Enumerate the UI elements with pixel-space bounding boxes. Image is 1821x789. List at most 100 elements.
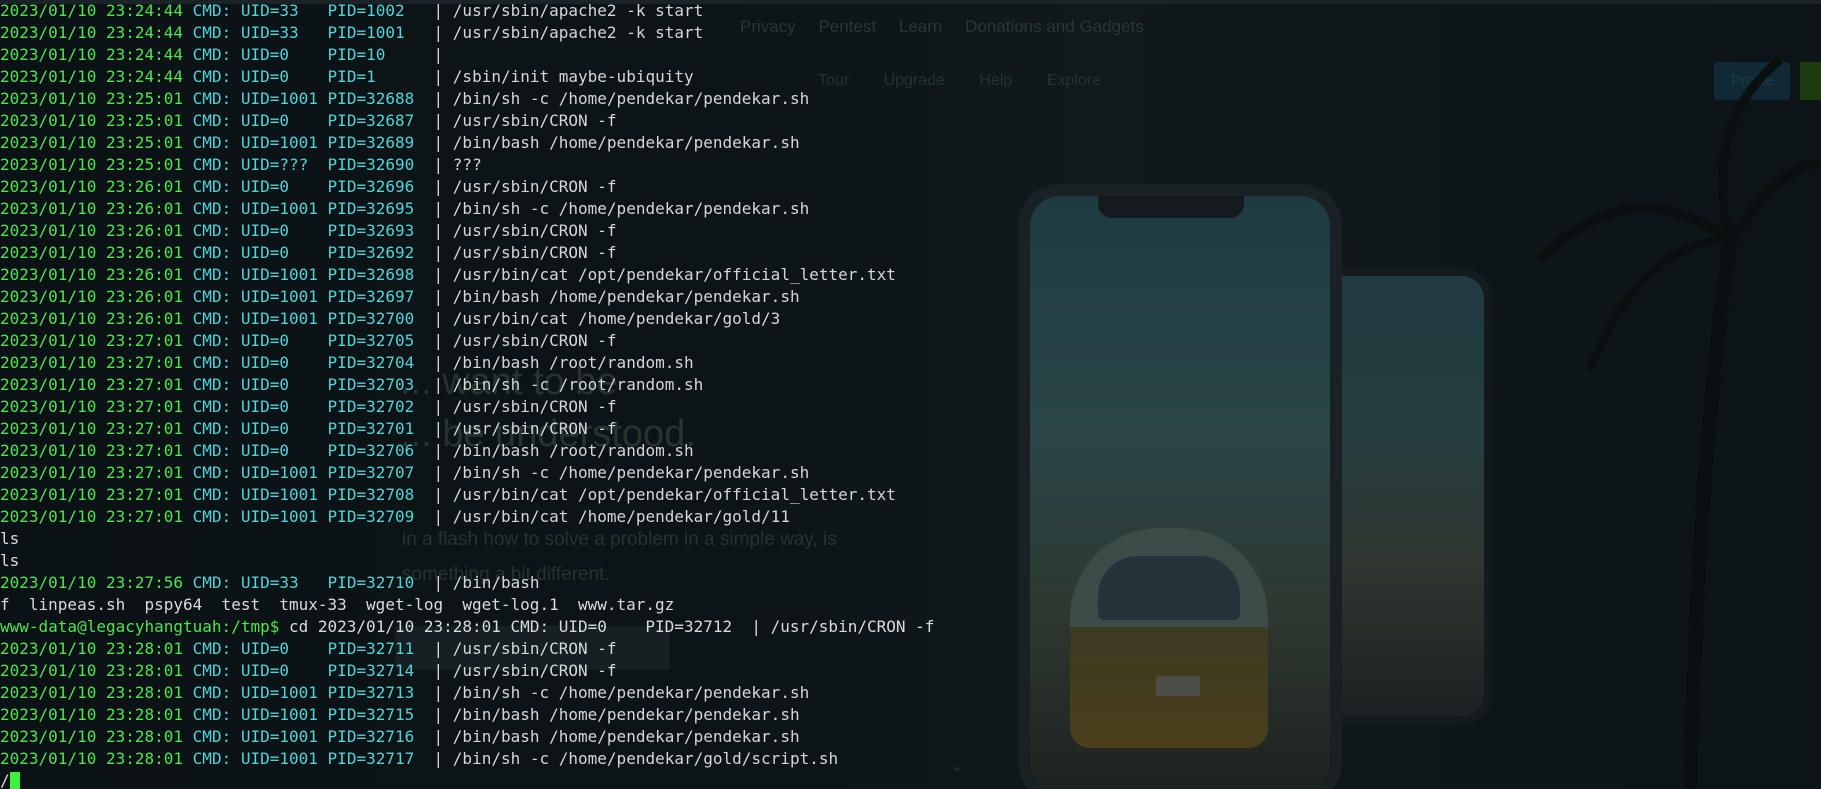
log-timestamp: 2023/01/10 23:25:01: [0, 133, 184, 152]
log-timestamp: 2023/01/10 23:26:01: [0, 309, 184, 328]
terminal-input-line[interactable]: /: [0, 770, 1821, 789]
log-command: /bin/sh -c /home/pendekar/pendekar.sh: [452, 683, 810, 702]
log-separator: |: [433, 727, 444, 746]
log-timestamp: 2023/01/10 23:26:01: [0, 287, 184, 306]
terminal-line: 2023/01/10 23:27:56 CMD: UID=33 PID=3271…: [0, 572, 1821, 594]
log-timestamp: 2023/01/10 23:28:01: [0, 705, 184, 724]
log-command: /sbin/init maybe-ubiquity: [452, 67, 694, 86]
terminal-line: 2023/01/10 23:27:01 CMD: UID=0 PID=32703…: [0, 374, 1821, 396]
log-timestamp: 2023/01/10 23:24:44: [0, 23, 184, 42]
log-cmd-label: CMD:: [192, 441, 232, 460]
terminal-output[interactable]: 2023/01/10 23:24:44 CMD: UID=33 PID=1002…: [0, 0, 1821, 789]
log-command: /bin/bash /root/random.sh: [452, 353, 694, 372]
log-pid: PID=32701: [327, 419, 415, 438]
terminal-line: 2023/01/10 23:24:44 CMD: UID=0 PID=10 |: [0, 44, 1821, 66]
log-timestamp: 2023/01/10 23:27:56: [0, 573, 184, 592]
terminal-line: 2023/01/10 23:27:01 CMD: UID=0 PID=32705…: [0, 330, 1821, 352]
log-pid: PID=32705: [327, 331, 415, 350]
log-uid: UID=0: [240, 375, 318, 394]
shell-output: ls: [0, 529, 20, 548]
log-timestamp: 2023/01/10 23:27:01: [0, 507, 184, 526]
log-command: /usr/bin/cat /opt/pendekar/official_lett…: [452, 265, 896, 284]
log-uid: UID=1001: [240, 287, 318, 306]
log-cmd-label: CMD:: [192, 683, 232, 702]
log-timestamp: 2023/01/10 23:28:01: [0, 749, 184, 768]
log-pid: PID=32717: [327, 749, 415, 768]
log-cmd-label: CMD:: [192, 1, 232, 20]
terminal-line: 2023/01/10 23:26:01 CMD: UID=1001 PID=32…: [0, 198, 1821, 220]
log-pid: PID=32703: [327, 375, 415, 394]
log-cmd-label: CMD:: [192, 265, 232, 284]
log-cmd-label: CMD:: [192, 67, 232, 86]
log-command: /bin/sh -c /home/pendekar/gold/script.sh: [452, 749, 839, 768]
log-uid: UID=1001: [240, 485, 318, 504]
log-command: ???: [452, 155, 482, 174]
log-pid: PID=32688: [327, 89, 415, 108]
log-cmd-label: CMD:: [192, 177, 232, 196]
log-separator: |: [433, 155, 444, 174]
terminal-line: 2023/01/10 23:24:44 CMD: UID=33 PID=1001…: [0, 22, 1821, 44]
log-separator: |: [433, 375, 444, 394]
log-uid: UID=1001: [240, 309, 318, 328]
log-separator: |: [433, 287, 444, 306]
terminal-line: 2023/01/10 23:28:01 CMD: UID=1001 PID=32…: [0, 682, 1821, 704]
log-separator: |: [433, 331, 444, 350]
log-cmd-label: CMD:: [192, 507, 232, 526]
log-separator: |: [433, 265, 444, 284]
log-command: /usr/sbin/CRON -f: [452, 419, 617, 438]
terminal-line: 2023/01/10 23:27:01 CMD: UID=0 PID=32701…: [0, 418, 1821, 440]
terminal-line: 2023/01/10 23:27:01 CMD: UID=0 PID=32704…: [0, 352, 1821, 374]
log-separator: |: [433, 199, 444, 218]
log-cmd-label: CMD:: [192, 397, 232, 416]
log-cmd-label: CMD:: [192, 309, 232, 328]
log-cmd-label: CMD:: [192, 111, 232, 130]
log-command: /usr/sbin/CRON -f: [452, 331, 617, 350]
log-separator: |: [433, 639, 444, 658]
log-command: /usr/sbin/CRON -f: [452, 639, 617, 658]
log-pid: PID=32716: [327, 727, 415, 746]
log-uid: UID=0: [240, 419, 318, 438]
log-pid: PID=1001: [327, 23, 415, 42]
log-separator: |: [433, 507, 444, 526]
log-separator: |: [433, 397, 444, 416]
log-pid: PID=32707: [327, 463, 415, 482]
log-command: /bin/bash /home/pendekar/pendekar.sh: [452, 287, 800, 306]
log-pid: PID=32702: [327, 397, 415, 416]
terminal-line: 2023/01/10 23:28:01 CMD: UID=0 PID=32714…: [0, 660, 1821, 682]
log-command: /usr/sbin/CRON -f: [452, 111, 617, 130]
log-pid: PID=32697: [327, 287, 415, 306]
log-uid: UID=0: [240, 45, 318, 64]
log-separator: |: [433, 111, 444, 130]
terminal-line: f linpeas.sh pspy64 test tmux-33 wget-lo…: [0, 594, 1821, 616]
log-pid: PID=32692: [327, 243, 415, 262]
log-pid: PID=32715: [327, 705, 415, 724]
log-cmd-label: CMD:: [192, 727, 232, 746]
log-timestamp: 2023/01/10 23:27:01: [0, 353, 184, 372]
log-timestamp: 2023/01/10 23:24:44: [0, 67, 184, 86]
log-command: /usr/sbin/apache2 -k start: [452, 1, 704, 20]
log-command: /bin/bash /home/pendekar/pendekar.sh: [452, 133, 800, 152]
log-separator: |: [433, 661, 444, 680]
log-uid: UID=0: [240, 353, 318, 372]
log-timestamp: 2023/01/10 23:27:01: [0, 485, 184, 504]
log-uid: UID=0: [240, 177, 318, 196]
log-uid: UID=???: [240, 155, 309, 174]
log-separator: |: [433, 441, 444, 460]
log-uid: UID=0: [240, 111, 318, 130]
log-pid: PID=32714: [327, 661, 415, 680]
log-uid: UID=0: [240, 639, 318, 658]
log-cmd-label: CMD:: [192, 45, 232, 64]
log-uid: UID=1001: [240, 727, 318, 746]
log-cmd-label: CMD:: [192, 155, 232, 174]
log-separator: |: [433, 353, 444, 372]
terminal-line: 2023/01/10 23:25:01 CMD: UID=??? PID=326…: [0, 154, 1821, 176]
log-uid: UID=1001: [240, 705, 318, 724]
log-pid: PID=32709: [327, 507, 415, 526]
log-timestamp: 2023/01/10 23:27:01: [0, 463, 184, 482]
shell-output: f linpeas.sh pspy64 test tmux-33 wget-lo…: [0, 595, 675, 614]
log-timestamp: 2023/01/10 23:26:01: [0, 265, 184, 284]
log-command: /usr/sbin/CRON -f: [452, 397, 617, 416]
log-uid: UID=0: [240, 441, 318, 460]
shell-prompt: www-data@legacyhangtuah:/tmp$: [0, 617, 280, 636]
log-uid: UID=33: [240, 1, 318, 20]
